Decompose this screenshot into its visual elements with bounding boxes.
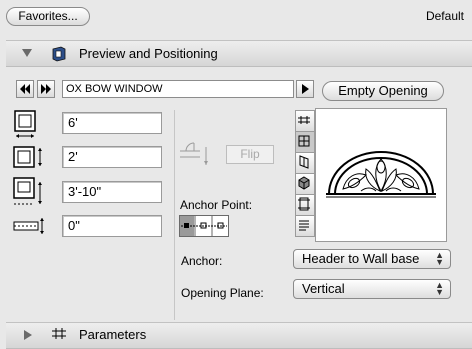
- anchor-label: Anchor:: [181, 254, 223, 268]
- ox-bow-window-preview-image: [326, 151, 436, 198]
- tab-plan-view[interactable]: [295, 110, 315, 132]
- sill-height-icon: [12, 176, 48, 206]
- anchor-select-value: Header to Wall base: [302, 251, 420, 266]
- select-arrows-icon: ▲ ▼: [435, 280, 444, 297]
- default-label: Default: [425, 9, 464, 23]
- double-left-arrow-icon: [20, 84, 30, 94]
- side-view-icon: [299, 155, 309, 169]
- opening-plane-select[interactable]: Vertical ▲ ▼: [293, 279, 451, 299]
- parameters-section-icon: [50, 327, 68, 344]
- tab-list-view[interactable]: [295, 215, 315, 237]
- object-name-field[interactable]: OX BOW WINDOW: [62, 80, 294, 98]
- parameters-section-header[interactable]: Parameters: [6, 322, 472, 349]
- preview-section-icon: [50, 45, 68, 66]
- opening-plane-select-value: Vertical: [302, 281, 345, 296]
- disclosure-triangle-open-icon[interactable]: [22, 49, 32, 57]
- preview-pane: [315, 108, 447, 242]
- front-view-icon: [298, 135, 310, 147]
- flip-icon: [178, 141, 218, 170]
- tab-side-view[interactable]: [295, 152, 315, 174]
- flip-button[interactable]: Flip: [226, 145, 274, 164]
- play-button[interactable]: [296, 80, 314, 98]
- anchor-point-selector[interactable]: [179, 215, 229, 240]
- select-arrows-icon: ▲ ▼: [435, 250, 444, 267]
- disclosure-triangle-closed-icon[interactable]: [24, 330, 32, 340]
- tab-3d-view[interactable]: [295, 173, 315, 195]
- wall-offset-field[interactable]: 0": [62, 215, 162, 237]
- parameters-section-title: Parameters: [79, 327, 147, 342]
- preview-section-header[interactable]: Preview and Positioning: [6, 40, 472, 67]
- sill-height-field[interactable]: 3'-10": [62, 181, 162, 203]
- double-right-arrow-icon: [41, 84, 51, 94]
- empty-opening-button[interactable]: Empty Opening: [322, 81, 444, 101]
- previous-object-button[interactable]: [16, 80, 34, 98]
- opening-plane-label: Opening Plane:: [181, 286, 264, 300]
- vertical-divider: [174, 110, 175, 320]
- height-field[interactable]: 2': [62, 146, 162, 168]
- wall-offset-icon: [12, 214, 48, 244]
- preview-section-title: Preview and Positioning: [79, 46, 218, 61]
- view-tab-column: [295, 110, 315, 240]
- tab-front-view[interactable]: [295, 131, 315, 153]
- height-icon: [12, 144, 48, 174]
- favorites-button[interactable]: Favorites...: [6, 7, 90, 26]
- next-object-button[interactable]: [37, 80, 55, 98]
- width-field[interactable]: 6': [62, 112, 162, 134]
- anchor-point-label: Anchor Point:: [180, 198, 253, 212]
- width-icon: [12, 110, 48, 140]
- section-view-icon: [298, 197, 310, 211]
- 3d-cube-icon: [298, 176, 310, 190]
- anchor-select[interactable]: Header to Wall base ▲ ▼: [293, 249, 451, 269]
- tab-section-view[interactable]: [295, 194, 315, 216]
- plan-view-icon: [298, 116, 310, 124]
- list-icon: [299, 220, 309, 231]
- play-icon: [302, 84, 309, 94]
